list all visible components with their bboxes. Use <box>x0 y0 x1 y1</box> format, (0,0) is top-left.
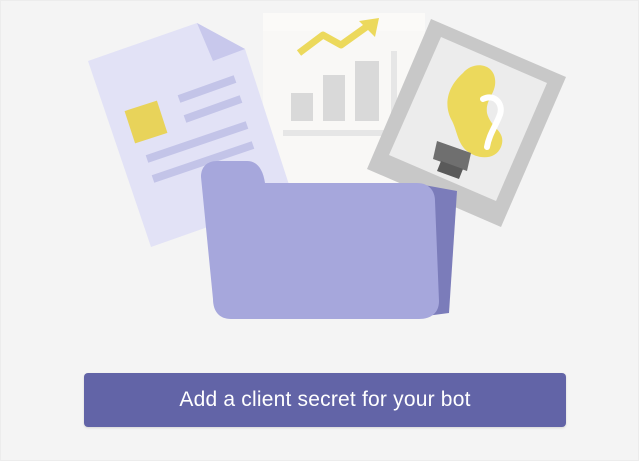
add-client-secret-button[interactable]: Add a client secret for your bot <box>84 373 566 427</box>
folder-icon <box>201 161 457 319</box>
empty-state-illustration <box>88 13 566 319</box>
empty-state-card: Add a client secret for your bot <box>0 0 639 461</box>
